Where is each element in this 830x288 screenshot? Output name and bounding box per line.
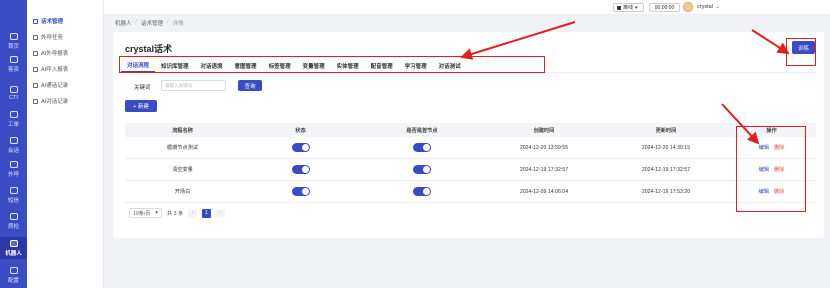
rail-item-outbound[interactable]: 外呼 <box>0 158 27 180</box>
breadcrumb-item-robot[interactable]: 机器人 <box>115 19 132 27</box>
rail-item-settings[interactable]: 配置 <box>0 264 27 286</box>
breadcrumb-item-detail: 详情 <box>172 21 184 27</box>
submenu-item-ai-call-records[interactable]: AI通话记录 <box>33 79 68 91</box>
inspection-icon <box>9 212 18 220</box>
status-toggle[interactable] <box>291 143 310 152</box>
created-time: 2024-12-19 17:32:57 <box>519 166 569 173</box>
table-row: 开场白 2024-12-09 14:06:04 2024-12-19 17:53… <box>125 181 816 203</box>
cti-icon <box>9 85 18 93</box>
created-time: 2024-12-20 13:59:55 <box>519 144 569 151</box>
column-header: 流程名称 <box>172 127 193 134</box>
rail-item-cti[interactable]: CTI <box>0 82 27 104</box>
rail-item-chat[interactable]: 会话 <box>0 134 27 156</box>
status-icon <box>617 5 621 10</box>
page-size-select[interactable]: 10条/页 ▾ <box>129 208 162 218</box>
total-count: 共 3 条 <box>167 210 184 217</box>
first-node-toggle[interactable] <box>413 187 431 196</box>
user-name[interactable]: crystal <box>697 4 713 10</box>
rail-item-robot[interactable]: 机器人 <box>0 237 27 259</box>
column-header: 更新时间 <box>655 127 677 134</box>
created-time: 2024-12-09 14:06:04 <box>519 188 569 195</box>
keyword-label: 关键词 <box>134 85 151 91</box>
document-icon <box>33 82 38 88</box>
status-toggle[interactable] <box>291 165 310 174</box>
flow-name: 开场白 <box>174 189 191 195</box>
rail-item-home[interactable]: 首页 <box>0 30 27 52</box>
avatar[interactable] <box>683 2 693 12</box>
chevron-down-icon[interactable]: ⌄ <box>715 3 720 10</box>
submenu-item-outbound-tasks[interactable]: 外呼任务 <box>33 31 63 43</box>
tabs-highlight-box <box>119 56 545 73</box>
breadcrumb-item-script-management[interactable]: 话术管理 <box>141 19 163 27</box>
robot-icon <box>9 239 18 247</box>
call-timer: 00:00:00 <box>649 3 680 12</box>
agent-status-select[interactable]: 离线 ▾ <box>613 3 644 12</box>
column-header: 是否是首节点 <box>406 127 438 134</box>
flow-name: 清空变量 <box>172 167 193 173</box>
rail-item-sms[interactable]: 短信 <box>0 184 27 206</box>
status-cell <box>240 143 361 152</box>
first-node-cell <box>361 165 483 174</box>
submenu-item-script-management[interactable]: 话术管理 <box>33 15 63 27</box>
table-row: 清空变量 2024-12-19 17:32:57 2024-12-19 17:3… <box>125 159 816 181</box>
keyword-input[interactable]: 请输入关键词 <box>161 80 226 91</box>
first-node-toggle[interactable] <box>413 143 431 152</box>
next-page-button[interactable]: › <box>216 208 226 218</box>
actions-highlight-box <box>736 126 806 212</box>
train-highlight-box <box>786 38 816 66</box>
flow-name: 循環节点测试 <box>166 145 199 151</box>
status-cell <box>240 165 361 174</box>
home-icon <box>9 32 18 40</box>
caret-down-icon: ▾ <box>155 210 158 216</box>
page-title: crystal话术 <box>125 44 173 54</box>
column-header: 创建时间 <box>533 127 555 134</box>
first-node-cell <box>361 143 483 152</box>
document-icon <box>33 50 38 56</box>
top-bar <box>104 0 830 15</box>
column-header: 状态 <box>295 127 306 134</box>
rail-item-customers[interactable]: 客资 <box>0 53 27 75</box>
breadcrumb: 机器人 / 话术管理 / 详情 <box>115 19 184 27</box>
status-cell <box>240 187 361 196</box>
pagination: 10条/页 ▾ 共 3 条 ‹ 1 › <box>129 208 226 218</box>
first-node-cell <box>361 187 483 196</box>
sub-menu: 话术管理 外呼任务 AI外呼报表 AI呼入报表 AI通话记录 AI对话记录 <box>27 0 104 288</box>
document-icon <box>33 18 38 24</box>
first-node-toggle[interactable] <box>413 165 431 174</box>
prev-page-button[interactable]: ‹ <box>188 208 198 218</box>
updated-time: 2024-12-19 17:53:20 <box>641 188 691 195</box>
table-row: 循環节点测试 2024-12-20 13:59:55 2024-12-20 14… <box>125 137 816 159</box>
submenu-item-ai-inbound-report[interactable]: AI呼入报表 <box>33 63 68 75</box>
sms-icon <box>9 186 18 194</box>
submenu-item-ai-dialog-records[interactable]: AI对话记录 <box>33 95 68 107</box>
settings-icon <box>9 266 18 274</box>
icon-rail: 首页 客资 CTI 工单 会话 外呼 短信 质检 机器人 配置 <box>0 0 27 288</box>
customers-icon <box>9 55 18 63</box>
submenu-item-ai-outbound-report[interactable]: AI外呼报表 <box>33 47 68 59</box>
document-icon <box>33 34 38 40</box>
updated-time: 2024-12-19 17:32:57 <box>641 166 691 173</box>
ticket-icon <box>9 110 18 118</box>
chat-icon <box>9 136 18 144</box>
flow-table: 流程名称 状态 是否是首节点 创建时间 更新时间 操作 循環节点测试 2024-… <box>125 123 816 203</box>
document-icon <box>33 98 38 104</box>
breadcrumb-separator: / <box>167 19 169 25</box>
status-toggle[interactable] <box>291 187 310 196</box>
page-number-current[interactable]: 1 <box>202 208 212 218</box>
rail-item-inspection[interactable]: 质检 <box>0 210 27 232</box>
caret-down-icon: ▾ <box>635 4 638 11</box>
phone-out-icon <box>9 160 18 168</box>
document-icon <box>33 66 38 72</box>
new-flow-button[interactable]: + 新建 <box>125 100 157 112</box>
breadcrumb-separator: / <box>135 19 138 25</box>
query-button[interactable]: 查询 <box>238 80 262 91</box>
rail-item-tickets[interactable]: 工单 <box>0 108 27 130</box>
table-header: 流程名称 状态 是否是首节点 创建时间 更新时间 操作 <box>125 123 816 137</box>
updated-time: 2024-12-20 14:30:15 <box>641 144 691 151</box>
